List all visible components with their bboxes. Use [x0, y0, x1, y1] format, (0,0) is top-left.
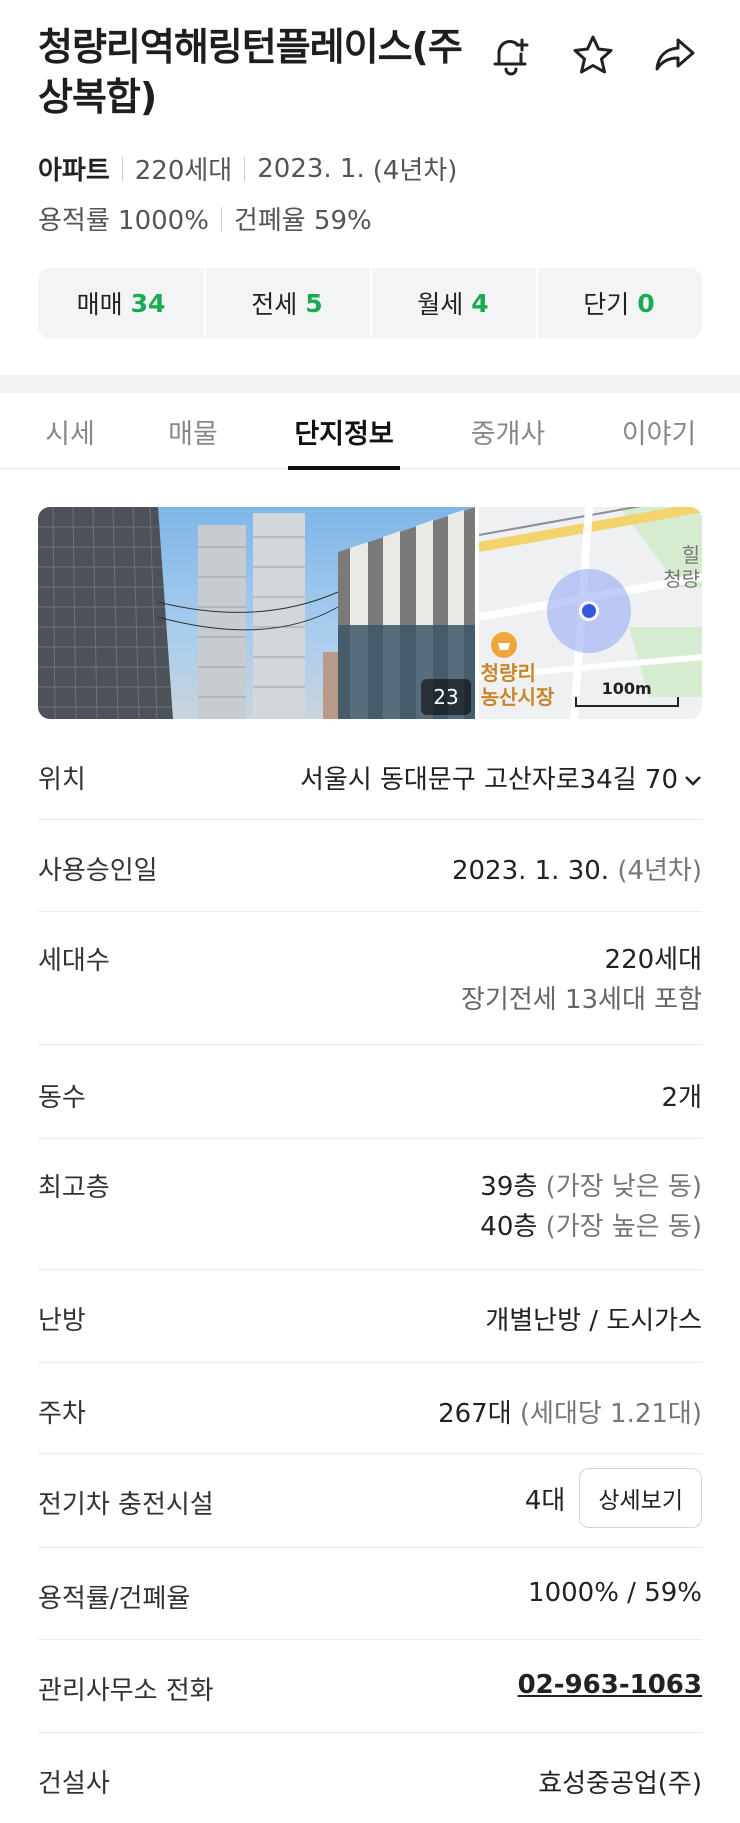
deal-count: 34 — [130, 288, 166, 318]
info-value: 267대 (세대당 1.21대) — [438, 1393, 702, 1430]
info-value: 효성중공업(주) — [538, 1769, 702, 1799]
info-row-households: 세대수 220세대 장기전세 13세대 포함 — [38, 912, 702, 1045]
info-label: 건설사 — [38, 1769, 110, 1799]
info-value: 2개 — [661, 1083, 702, 1113]
map-label-market: 청량리 농산시장 — [481, 661, 555, 709]
complex-meta-line-2: 용적률 1000% 건폐율 59% — [38, 200, 372, 237]
deal-jeonse-button[interactable]: 전세 5 — [204, 268, 370, 338]
complex-title: 청량리역해링턴플레이스(주상복합) — [38, 25, 463, 119]
info-label: 난방 — [38, 1306, 86, 1336]
deal-label: 매매 — [76, 290, 123, 319]
info-value: 2023. 1. 30. (4년차) — [452, 850, 702, 887]
map-label-line: 농산시장 — [480, 685, 555, 709]
approval-age: (4년차) — [617, 856, 702, 886]
tab-listings[interactable]: 매물 — [163, 393, 223, 469]
map-scale-label: 100m — [601, 679, 652, 698]
share-icon[interactable] — [648, 28, 702, 82]
tab-stories[interactable]: 이야기 — [615, 393, 703, 469]
household-note: 장기전세 13세대 포함 — [461, 985, 702, 1015]
tab-market-price[interactable]: 시세 — [38, 393, 102, 469]
info-row-ev-charging: 전기차 충전시설 4대 상세보기 — [38, 1454, 702, 1548]
map-label-line: 청량 — [663, 567, 700, 591]
info-value: 서울시 동대문구 고산자로34길 70 — [300, 759, 702, 796]
info-row-location[interactable]: 위치 서울시 동대문구 고산자로34길 70 — [38, 727, 702, 820]
page-header: 청량리역해링턴플레이스(주상복합) — [38, 22, 702, 122]
complex-meta-line-1: 아파트 220세대 2023. 1. (4년차) — [38, 150, 457, 187]
map-scale-bar — [574, 697, 679, 707]
floor-high: 40층 — [480, 1212, 538, 1242]
property-type: 아파트 — [38, 156, 110, 186]
complex-photo[interactable]: 23 — [38, 507, 475, 719]
info-label: 전기차 충전시설 — [38, 1490, 214, 1520]
info-label: 사용승인일 — [38, 856, 158, 886]
info-row-buildings: 동수 2개 — [38, 1045, 702, 1139]
building-age: (4년차) — [372, 156, 458, 186]
parking-count: 267대 — [438, 1399, 512, 1429]
info-value: 220세대 장기전세 13세대 포함 — [461, 940, 702, 1020]
divider — [220, 206, 222, 231]
deal-short-term-button[interactable]: 단기 0 — [536, 268, 702, 338]
listing-count-bar: 매매 34 전세 5 월세 4 단기 0 — [38, 268, 702, 338]
info-value: 1000% / 59% — [528, 1578, 702, 1608]
info-label: 용적률/건폐율 — [38, 1584, 191, 1614]
info-row-parking: 주차 267대 (세대당 1.21대) — [38, 1363, 702, 1454]
deal-monthly-button[interactable]: 월세 4 — [370, 268, 536, 338]
tab-bar: 시세 매물 단지정보 중개사 이야기 — [0, 393, 740, 470]
map-label-poi: 힐 청량 — [663, 543, 700, 591]
header-actions — [484, 28, 702, 82]
location-map[interactable]: 청량리 농산시장 힐 청량 100m — [478, 507, 702, 719]
tab-complex-info[interactable]: 단지정보 — [288, 393, 400, 470]
deal-count: 4 — [471, 288, 489, 318]
info-row-approval-date: 사용승인일 2023. 1. 30. (4년차) — [38, 820, 702, 912]
section-divider — [0, 375, 740, 393]
floor-low: 39층 — [480, 1172, 538, 1202]
approval-date: 2023. 1. 30. — [451, 856, 610, 886]
household-count: 220세대 — [604, 945, 702, 975]
divider — [121, 156, 123, 181]
tab-agents[interactable]: 중개사 — [465, 393, 551, 469]
floor-high-note: (가장 높은 동) — [545, 1212, 702, 1242]
floor-area-ratio: 용적률 1000% — [38, 206, 209, 236]
photo-count-badge: 23 — [421, 679, 471, 715]
completion-date: 2023. 1. — [257, 153, 365, 184]
info-label: 세대수 — [38, 946, 110, 976]
coverage-ratio: 건폐율 59% — [233, 206, 372, 236]
address-text: 서울시 동대문구 고산자로34길 70 — [299, 765, 678, 795]
complex-info-list: 위치 서울시 동대문구 고산자로34길 70 사용승인일 2023. 1. 30… — [38, 727, 702, 1823]
building-photo-illustration — [38, 507, 475, 719]
info-value: 4대 상세보기 — [525, 1468, 702, 1528]
info-row-builder: 건설사 효성중공업(주) — [38, 1733, 702, 1823]
star-icon[interactable] — [566, 28, 620, 82]
divider — [244, 156, 246, 181]
info-label: 관리사무소 전화 — [38, 1676, 214, 1706]
map-label-line: 청량리 — [480, 661, 536, 685]
info-value: 39층 (가장 낮은 동) 40층 (가장 높은 동) — [480, 1167, 702, 1247]
media-strip: 23 청량리 농산시장 힐 청량 100m — [38, 507, 702, 719]
deal-label: 월세 — [417, 290, 464, 319]
ev-detail-button[interactable]: 상세보기 — [579, 1468, 702, 1528]
office-phone-link[interactable]: 02-963-1063 — [518, 1670, 702, 1700]
household-count: 220세대 — [134, 156, 233, 186]
info-row-top-floor: 최고층 39층 (가장 낮은 동) 40층 (가장 높은 동) — [38, 1139, 702, 1270]
info-value: 개별난방 / 도시가스 — [485, 1306, 702, 1336]
deal-label: 단기 — [583, 290, 630, 319]
info-label: 동수 — [38, 1083, 86, 1113]
deal-label: 전세 — [251, 290, 298, 319]
info-label: 최고층 — [38, 1173, 110, 1203]
info-row-heating: 난방 개별난방 / 도시가스 — [38, 1270, 702, 1363]
parking-per-household: (세대당 1.21대) — [519, 1399, 702, 1429]
ev-charger-count: 4대 — [524, 1485, 566, 1516]
deal-sale-button[interactable]: 매매 34 — [38, 268, 204, 338]
info-row-ratio: 용적률/건폐율 1000% / 59% — [38, 1548, 702, 1640]
info-row-office-phone: 관리사무소 전화 02-963-1063 — [38, 1640, 702, 1733]
floor-low-note: (가장 낮은 동) — [545, 1172, 702, 1202]
info-label: 위치 — [38, 765, 86, 795]
info-label: 주차 — [38, 1399, 86, 1429]
deal-count: 0 — [637, 288, 655, 318]
deal-count: 5 — [305, 288, 323, 318]
bell-plus-icon[interactable] — [484, 28, 538, 82]
map-label-line: 힐 — [681, 543, 700, 567]
chevron-down-icon — [685, 775, 701, 786]
